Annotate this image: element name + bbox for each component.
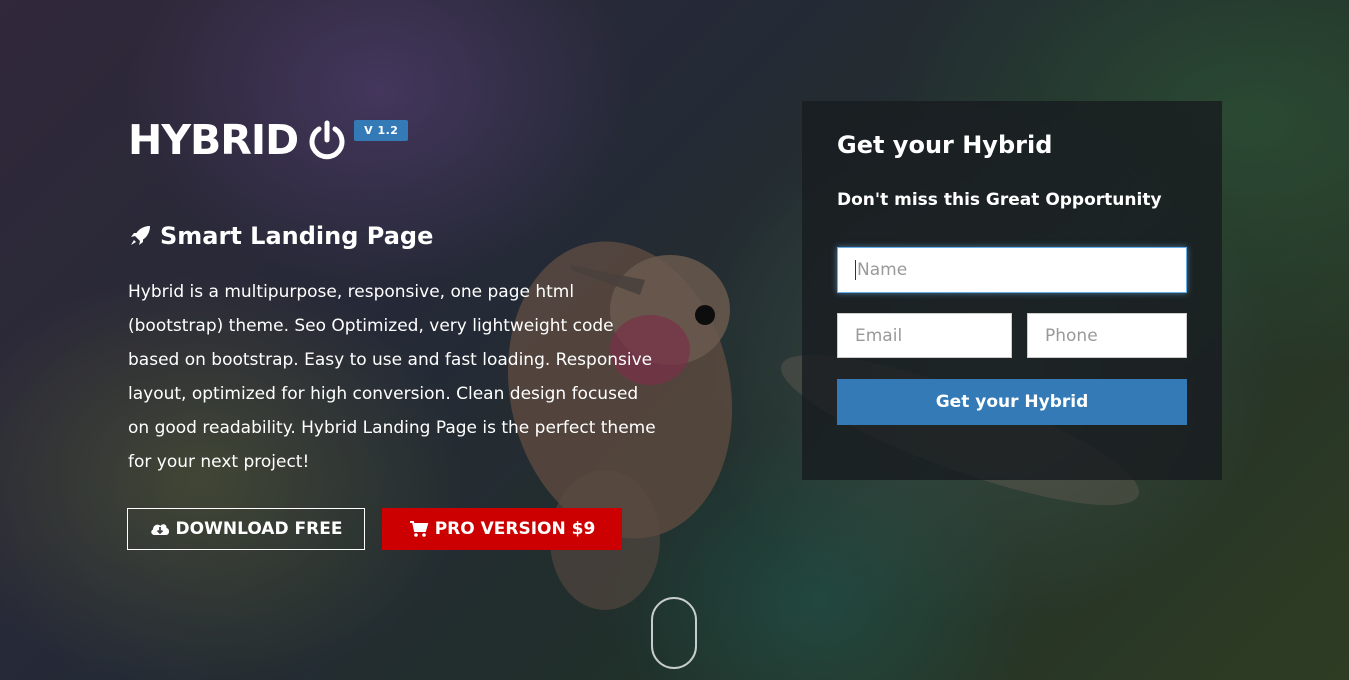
scroll-down-indicator[interactable]: [651, 597, 697, 669]
signup-form-panel: Get your Hybrid Don't miss this Great Op…: [802, 101, 1222, 480]
cart-icon: [409, 521, 429, 537]
hero-subtitle: Smart Landing Page: [128, 222, 433, 250]
email-placeholder: Email: [855, 325, 903, 346]
email-input[interactable]: Email: [837, 313, 1012, 358]
download-label: DOWNLOAD FREE: [175, 519, 343, 539]
hero-description: Hybrid is a multipurpose, responsive, on…: [128, 282, 656, 472]
form-subtitle: Don't miss this Great Opportunity: [837, 190, 1162, 210]
power-icon: [309, 120, 345, 160]
name-placeholder: Name: [857, 260, 908, 280]
phone-placeholder: Phone: [1045, 325, 1098, 346]
pro-version-button[interactable]: PRO VERSION $9: [382, 508, 622, 550]
form-title: Get your Hybrid: [837, 131, 1053, 159]
download-free-button[interactable]: DOWNLOAD FREE: [127, 508, 365, 550]
rocket-icon: [131, 226, 150, 245]
text-caret: [855, 260, 856, 280]
name-input[interactable]: Name: [837, 247, 1187, 293]
subtitle-text: Smart Landing Page: [160, 222, 434, 250]
submit-label: Get your Hybrid: [935, 392, 1089, 412]
phone-input[interactable]: Phone: [1027, 313, 1187, 358]
version-badge: V 1.2: [354, 119, 409, 141]
get-hybrid-submit-button[interactable]: Get your Hybrid: [837, 379, 1187, 425]
brand-name: HYBRID: [128, 115, 299, 164]
pro-label: PRO VERSION $9: [434, 519, 596, 539]
cloud-download-icon: [150, 524, 169, 535]
brand-logo: HYBRID V 1.2: [128, 112, 409, 168]
